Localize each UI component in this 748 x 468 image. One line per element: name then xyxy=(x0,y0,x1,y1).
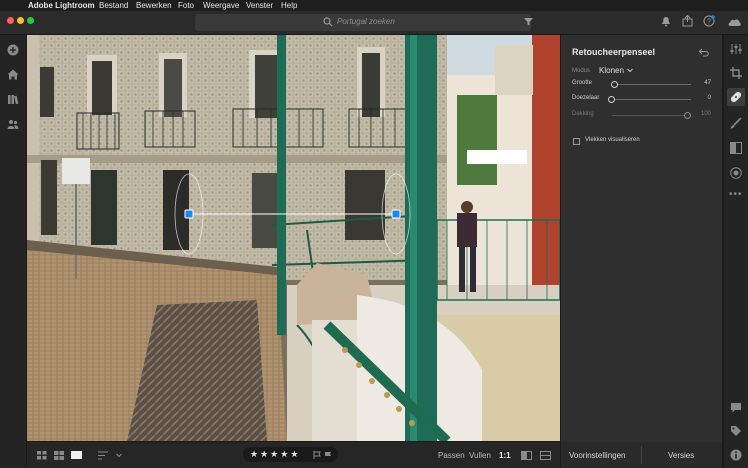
star-4[interactable]: ★ xyxy=(280,449,290,459)
minimize-window-button[interactable] xyxy=(17,17,24,24)
tag-icon[interactable] xyxy=(730,425,742,437)
menubar: Adobe Lightroom Bestand Bewerken Foto We… xyxy=(0,0,748,11)
zoom-fill-button[interactable]: Vullen xyxy=(469,450,491,462)
grid-large-icon[interactable] xyxy=(54,451,64,460)
help-icon[interactable]: ? xyxy=(703,15,715,27)
chevron-down-icon[interactable] xyxy=(627,68,633,73)
close-window-button[interactable] xyxy=(7,17,14,24)
sort-chevron-down-icon[interactable] xyxy=(116,453,122,458)
star-3[interactable]: ★ xyxy=(270,449,280,459)
cloud-sync-icon[interactable] xyxy=(726,16,742,27)
star-5[interactable]: ★ xyxy=(290,449,300,459)
library-icon[interactable] xyxy=(7,94,19,105)
filter-icon[interactable] xyxy=(524,17,533,26)
single-view-icon[interactable] xyxy=(71,451,82,459)
slider-knob-grootte[interactable] xyxy=(611,81,618,88)
search-placeholder: Portugal zoeken xyxy=(337,17,395,26)
zoom-1to1-button[interactable]: 1:1 xyxy=(499,450,511,462)
slider-label-grootte: Grootte xyxy=(572,80,593,86)
menu-bewerken[interactable]: Bewerken xyxy=(136,0,172,11)
clone-overlay[interactable] xyxy=(27,35,560,441)
slider-track-grootte[interactable] xyxy=(612,84,691,85)
slider-value-grootte[interactable]: 47 xyxy=(701,80,711,86)
adjust-icon[interactable] xyxy=(730,43,742,55)
more-icon[interactable]: ••• xyxy=(729,189,743,200)
slider-label-doezelaar: Doezelaar xyxy=(572,95,600,101)
visualize-spots-checkbox[interactable] xyxy=(573,138,580,145)
home-icon[interactable] xyxy=(7,69,19,80)
clone-target-pin xyxy=(391,209,401,219)
menu-venster[interactable]: Venster xyxy=(246,0,273,11)
menu-foto[interactable]: Foto xyxy=(178,0,194,11)
radial-icon[interactable] xyxy=(730,167,742,179)
people-icon[interactable] xyxy=(7,119,19,130)
notification-bell-icon[interactable] xyxy=(661,16,671,27)
brush-icon[interactable] xyxy=(730,117,742,129)
slider-track-doezelaar[interactable] xyxy=(612,99,691,100)
mode-label: Modus xyxy=(572,68,591,74)
before-after-icon[interactable] xyxy=(540,451,551,460)
retouch-panel: Retoucheerpenseel Modus Klonen Grootte 4… xyxy=(561,35,722,442)
svg-text:?: ? xyxy=(707,19,711,26)
zoom-fit-button[interactable]: Passen xyxy=(438,450,465,462)
clone-source-pin xyxy=(184,209,194,219)
flag-reject-icon[interactable] xyxy=(324,451,332,459)
slider-label-dekking: Dekking xyxy=(572,111,594,117)
comment-icon[interactable] xyxy=(730,402,742,413)
star-rating[interactable]: ★★★★★ xyxy=(250,448,300,460)
zoom-window-button[interactable] xyxy=(27,17,34,24)
menu-bestand[interactable]: Bestand xyxy=(99,0,128,11)
search-icon xyxy=(323,17,333,27)
footer-divider xyxy=(641,446,642,464)
gradient-icon[interactable] xyxy=(730,142,742,154)
photo-canvas[interactable] xyxy=(27,35,560,441)
slider-value-dekking[interactable]: 100 xyxy=(698,111,711,117)
presets-button[interactable]: Voorinstellingen xyxy=(569,450,625,462)
sort-icon[interactable] xyxy=(98,451,110,460)
star-2[interactable]: ★ xyxy=(260,449,270,459)
slider-value-doezelaar[interactable]: 0 xyxy=(701,95,711,101)
plus-icon[interactable] xyxy=(7,44,19,56)
star-1[interactable]: ★ xyxy=(250,449,260,459)
panel-title: Retoucheerpenseel xyxy=(572,47,656,57)
share-icon[interactable] xyxy=(682,15,693,27)
reset-icon[interactable] xyxy=(699,48,710,57)
healing-icon[interactable] xyxy=(730,91,742,103)
versions-button[interactable]: Versies xyxy=(668,450,694,462)
app-menu[interactable]: Adobe Lightroom xyxy=(28,0,95,11)
visualize-spots-label: Vlekken visualiseren xyxy=(585,137,640,143)
info-icon[interactable] xyxy=(730,449,742,461)
slider-knob-dekking[interactable] xyxy=(684,112,691,119)
slider-track-dekking[interactable] xyxy=(612,115,691,116)
mode-select[interactable]: Klonen xyxy=(599,66,624,75)
crop-icon[interactable] xyxy=(730,67,742,79)
slider-knob-doezelaar[interactable] xyxy=(608,96,615,103)
menu-help[interactable]: Help xyxy=(281,0,297,11)
grid-small-icon[interactable] xyxy=(37,451,47,460)
flag-pick-icon[interactable] xyxy=(313,451,321,459)
compare-icon[interactable] xyxy=(521,451,532,460)
menu-weergave[interactable]: Weergave xyxy=(203,0,239,11)
